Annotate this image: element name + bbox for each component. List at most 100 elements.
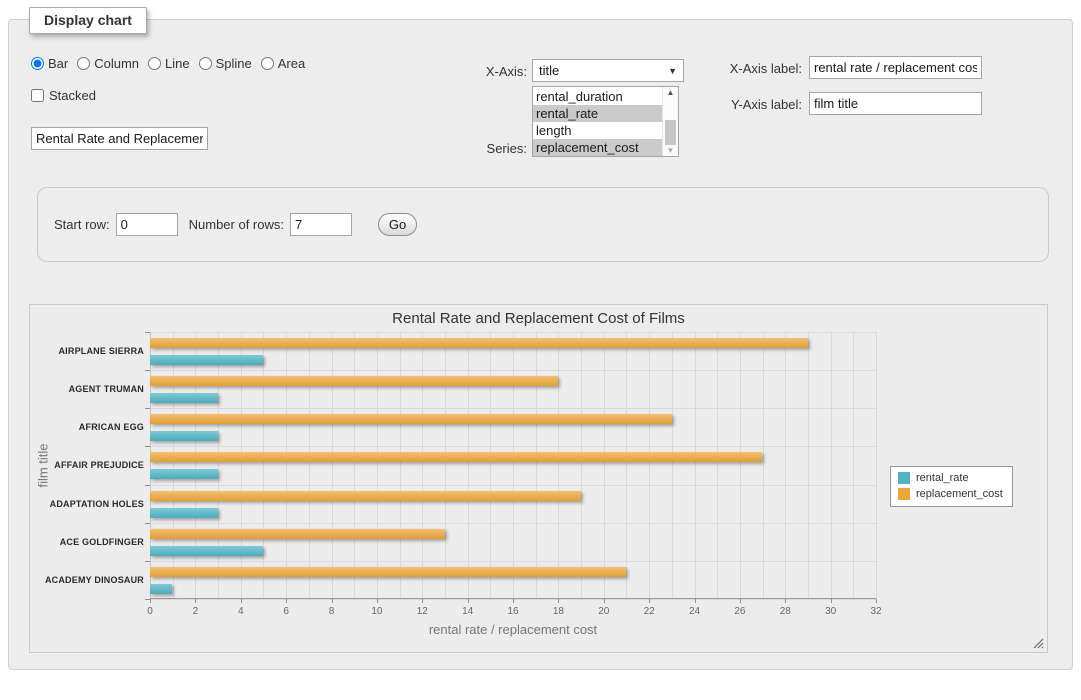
gridline — [513, 332, 514, 599]
chart-type-radio-line[interactable] — [148, 57, 161, 70]
chart-title-input[interactable] — [31, 127, 208, 150]
gridline — [150, 523, 876, 524]
series-listbox[interactable]: rental_durationrental_ratelengthreplacem… — [532, 86, 679, 157]
bar-rental_rate[interactable] — [150, 355, 263, 365]
bar-replacement_cost[interactable] — [150, 414, 672, 424]
x-tick — [332, 599, 333, 603]
gridline — [763, 332, 764, 599]
chart-legend: rental_rate replacement_cost — [890, 466, 1013, 507]
plot-area: 02468101214161820222426283032 — [150, 332, 876, 599]
scrollbar-thumb[interactable] — [665, 120, 676, 145]
chart-type-option-bar[interactable]: Bar — [31, 56, 68, 71]
bar-replacement_cost[interactable] — [150, 529, 445, 539]
gridline — [558, 332, 559, 599]
gridline — [490, 332, 491, 599]
chart-type-radio-spline[interactable] — [199, 57, 212, 70]
gridline — [422, 332, 423, 599]
x-tick-label: 6 — [283, 606, 289, 617]
chart-type-radio-column[interactable] — [77, 57, 90, 70]
gridline — [150, 485, 876, 486]
stacked-checkbox[interactable] — [31, 89, 44, 102]
bar-rental_rate[interactable] — [150, 584, 172, 594]
bar-replacement_cost[interactable] — [150, 338, 808, 348]
chart-type-option-column[interactable]: Column — [77, 56, 139, 71]
scroll-down-icon[interactable]: ▼ — [663, 146, 678, 155]
num-rows-input[interactable] — [290, 213, 352, 236]
x-tick-label: 26 — [734, 606, 745, 617]
listbox-scrollbar[interactable]: ▲ ▼ — [662, 87, 678, 156]
go-button[interactable]: Go — [378, 213, 417, 236]
gridline — [626, 332, 627, 599]
start-row-label: Start row: — [54, 217, 110, 232]
series-options: rental_durationrental_ratelengthreplacem… — [533, 88, 662, 156]
chevron-down-icon: ▼ — [668, 66, 677, 76]
x-tick-label: 2 — [193, 606, 199, 617]
x-tick — [604, 599, 605, 603]
panel-title: Display chart — [29, 7, 147, 34]
series-option-rental_duration[interactable]: rental_duration — [533, 88, 662, 105]
chart-type-option-spline[interactable]: Spline — [199, 56, 252, 71]
gridline — [309, 332, 310, 599]
x-tick-label: 28 — [780, 606, 791, 617]
gridline — [150, 408, 876, 409]
gridline — [332, 332, 333, 599]
gridline — [150, 446, 876, 447]
bar-replacement_cost[interactable] — [150, 452, 762, 462]
gridline — [468, 332, 469, 599]
stacked-option[interactable]: Stacked — [31, 88, 96, 103]
chart-type-option-line[interactable]: Line — [148, 56, 190, 71]
y-tick — [145, 599, 150, 600]
series-option-rental_rate[interactable]: rental_rate — [533, 105, 662, 122]
series-option-length[interactable]: length — [533, 122, 662, 139]
chart-type-label: Spline — [216, 56, 252, 71]
bar-replacement_cost[interactable] — [150, 491, 581, 501]
category-label: AIRPLANE SIERRA — [30, 332, 144, 370]
chart-type-radio-bar[interactable] — [31, 57, 44, 70]
stacked-label: Stacked — [49, 88, 96, 103]
category-axis-labels: AIRPLANE SIERRAAGENT TRUMANAFRICAN EGGAF… — [30, 332, 144, 599]
x-tick-label: 4 — [238, 606, 244, 617]
y-tick — [145, 332, 150, 333]
scroll-up-icon[interactable]: ▲ — [663, 88, 678, 97]
series-option-replacement_cost[interactable]: replacement_cost — [533, 139, 662, 156]
x-tick-label: 16 — [507, 606, 518, 617]
gridline — [263, 332, 264, 599]
legend-label-1: replacement_cost — [916, 488, 1003, 500]
display-chart-panel: Display chart BarColumnLineSplineArea St… — [8, 19, 1073, 670]
y-axis-label-input[interactable] — [809, 92, 982, 115]
x-tick — [513, 599, 514, 603]
resize-handle-icon[interactable] — [1033, 638, 1044, 649]
x-tick — [831, 599, 832, 603]
value-axis-line-left — [150, 332, 151, 599]
bar-rental_rate[interactable] — [150, 546, 263, 556]
bar-rental_rate[interactable] — [150, 431, 218, 441]
x-axis-label-input[interactable] — [809, 56, 982, 79]
chart-type-option-area[interactable]: Area — [261, 56, 305, 71]
series-select-label: Series: — [439, 141, 527, 156]
chart-type-radio-area[interactable] — [261, 57, 274, 70]
bar-rental_rate[interactable] — [150, 508, 218, 518]
x-tick-label: 20 — [598, 606, 609, 617]
start-row-input[interactable] — [116, 213, 178, 236]
y-tick — [145, 408, 150, 409]
bar-replacement_cost[interactable] — [150, 567, 626, 577]
x-tick-label: 0 — [147, 606, 153, 617]
x-tick — [241, 599, 242, 603]
bar-replacement_cost[interactable] — [150, 376, 558, 386]
gridline — [581, 332, 582, 599]
x-tick-label: 32 — [870, 606, 881, 617]
chart-type-label: Bar — [48, 56, 68, 71]
gridline — [286, 332, 287, 599]
bar-rental_rate[interactable] — [150, 469, 218, 479]
x-axis-select-label: X-Axis: — [439, 64, 527, 79]
bar-rental_rate[interactable] — [150, 393, 218, 403]
legend-item-replacement-cost[interactable]: replacement_cost — [898, 488, 1003, 500]
legend-item-rental-rate[interactable]: rental_rate — [898, 472, 1003, 484]
x-tick — [286, 599, 287, 603]
x-axis-select[interactable]: title ▼ — [532, 59, 684, 82]
gridline — [649, 332, 650, 599]
category-label: ACE GOLDFINGER — [30, 523, 144, 561]
x-tick-label: 10 — [371, 606, 382, 617]
x-axis-label-label: X-Axis label: — [703, 61, 802, 76]
gridline — [672, 332, 673, 599]
